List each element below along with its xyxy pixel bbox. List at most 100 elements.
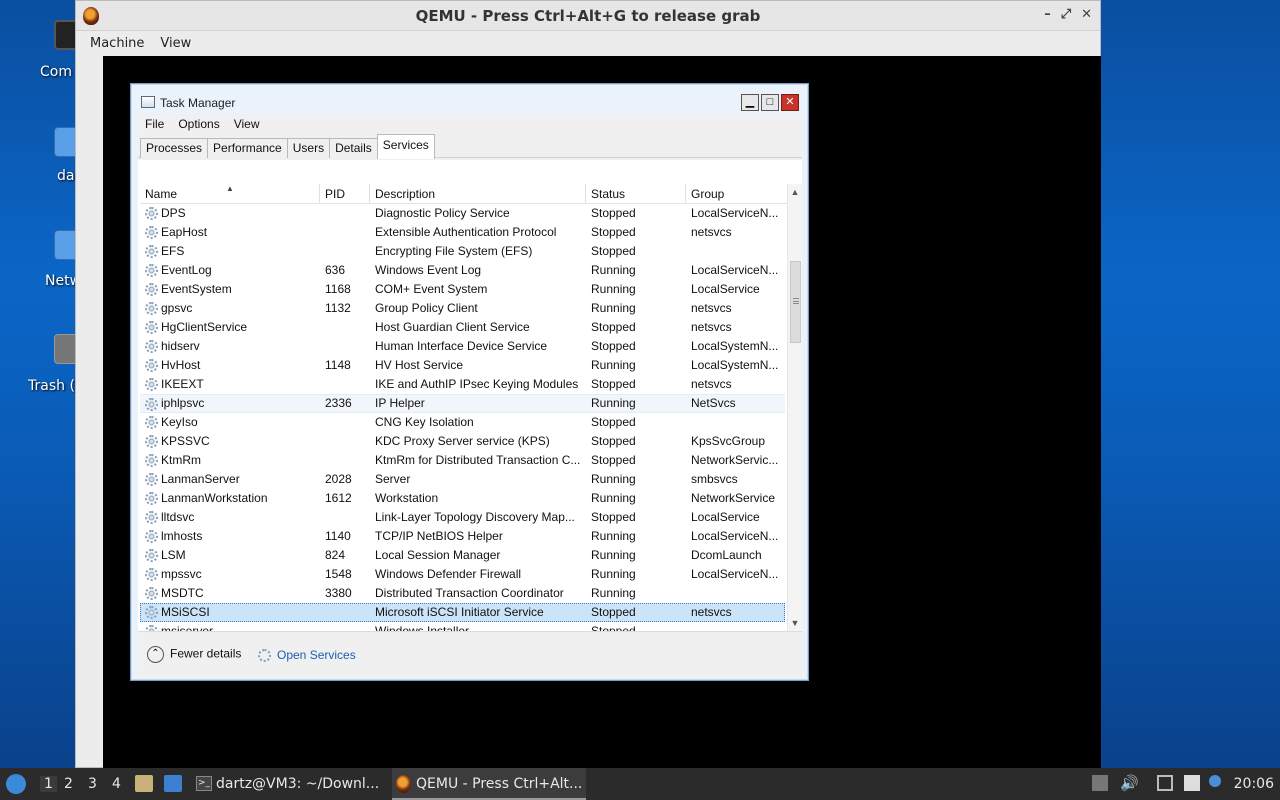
display-icon[interactable] — [1157, 775, 1173, 791]
cell-description: IP Helper — [375, 396, 425, 410]
table-row[interactable]: HvHost 1148 HV Host Service Running LocalSys… — [140, 356, 785, 375]
column-header-group[interactable]: Group — [691, 187, 724, 201]
table-row[interactable]: KPSSVC KDC Proxy Server service (KPS) Stop… — [140, 432, 785, 451]
column-header-pid[interactable]: PID — [325, 187, 345, 201]
minimize-button[interactable]: ▁ — [741, 94, 759, 111]
service-gear-icon — [145, 587, 158, 600]
table-row[interactable]: HgClientService Host Guardian Client Serv… — [140, 318, 785, 337]
volume-icon[interactable]: 🔊 — [1120, 775, 1139, 791]
notification-icon[interactable] — [1209, 775, 1221, 787]
table-row[interactable]: mpssvc 1548 Windows Defender Firewall Runni… — [140, 565, 785, 584]
maximize-button[interactable]: ⤢ — [1061, 7, 1071, 22]
tab-details[interactable]: Details — [329, 138, 378, 158]
cell-description: Local Session Manager — [375, 548, 501, 562]
table-row[interactable]: MSDTC 3380 Distributed Transaction Coordin… — [140, 584, 785, 603]
table-row[interactable]: DPS Diagnostic Policy Service Stopped Local… — [140, 204, 785, 223]
guest-display[interactable]: Task Manager ▁ □ ✕ File Options View Pro… — [103, 56, 1101, 768]
workspace-3[interactable]: 3 — [88, 776, 97, 792]
tab-strip: Processes Performance Users Details Serv… — [138, 134, 802, 159]
table-row[interactable]: msiserver Windows Installer Stopped — [140, 622, 785, 631]
table-row[interactable]: EapHost Extensible Authentication Protoco… — [140, 223, 785, 242]
table-row[interactable]: EFS Encrypting File System (EFS) Stopped — [140, 242, 785, 261]
tab-processes[interactable]: Processes — [140, 138, 209, 158]
cell-pid: 1548 — [325, 567, 352, 581]
table-row[interactable]: EventLog 636 Windows Event Log Running Local… — [140, 261, 785, 280]
cell-description: Windows Defender Firewall — [375, 567, 522, 581]
taskbar-task-qemu[interactable]: QEMU - Press Ctrl+Alt... — [392, 768, 586, 800]
table-row[interactable]: IKEEXT IKE and AuthIP IPsec Keying Module… — [140, 375, 785, 394]
menu-file[interactable]: File — [140, 117, 169, 131]
close-button[interactable]: ✕ — [1081, 7, 1092, 22]
open-services-label: Open Services — [277, 648, 356, 662]
scroll-up-icon[interactable]: ▲ — [788, 184, 802, 200]
cell-status: Stopped — [591, 339, 636, 353]
menu-view[interactable]: View — [229, 117, 265, 131]
scrollbar-thumb[interactable] — [790, 261, 801, 343]
scroll-down-icon[interactable]: ▼ — [788, 615, 802, 631]
table-row[interactable]: LSM 824 Local Session Manager Running DcomLa… — [140, 546, 785, 565]
cell-name: LanmanServer — [161, 472, 240, 486]
cell-description: Windows Event Log — [375, 263, 482, 277]
open-services-link[interactable]: Open Services — [258, 648, 356, 663]
table-row[interactable]: LanmanWorkstation 1612 Workstation Running N… — [140, 489, 785, 508]
vertical-scrollbar[interactable]: ▲ ▼ — [787, 184, 802, 631]
file-manager-icon[interactable] — [135, 775, 153, 792]
workspace-4[interactable]: 4 — [112, 776, 121, 792]
cell-description: Workstation — [375, 491, 439, 505]
cell-status: Stopped — [591, 225, 636, 239]
start-menu-icon[interactable] — [6, 774, 26, 794]
cell-name: msiserver — [161, 624, 214, 631]
tab-users[interactable]: Users — [286, 138, 331, 158]
clock: 20:06 — [1233, 776, 1274, 792]
column-header-name[interactable]: Name — [145, 187, 177, 201]
service-gear-icon — [145, 549, 158, 562]
service-gear-icon — [145, 473, 158, 486]
table-row[interactable]: MSiSCSI Microsoft iSCSI Initiator Service… — [140, 603, 785, 622]
table-row[interactable]: hidserv Human Interface Device Service Sto… — [140, 337, 785, 356]
tab-services[interactable]: Services — [376, 134, 435, 159]
qemu-titlebar[interactable]: QEMU - Press Ctrl+Alt+G to release grab … — [76, 1, 1100, 31]
table-row[interactable]: iphlpsvc 2336 IP Helper Running NetSvcs — [140, 394, 785, 413]
column-header-status[interactable]: Status — [591, 187, 625, 201]
cell-name: KtmRm — [161, 453, 201, 467]
workspace-2[interactable]: 2 — [64, 776, 73, 792]
cell-group: LocalSystemN... — [691, 339, 779, 353]
cell-name: HvHost — [161, 358, 201, 372]
cell-status: Stopped — [591, 510, 636, 524]
table-row[interactable]: KeyIso CNG Key Isolation Stopped — [140, 413, 785, 432]
cell-pid: 2336 — [325, 396, 352, 410]
clipboard-icon[interactable] — [1184, 775, 1200, 791]
workspace-1[interactable]: 1 — [40, 776, 57, 792]
fewer-details-button[interactable]: ⌃ Fewer details — [147, 646, 241, 663]
column-header-description[interactable]: Description — [375, 187, 435, 201]
table-row[interactable]: lltdsvc Link-Layer Topology Discovery Map… — [140, 508, 785, 527]
menu-machine[interactable]: Machine — [84, 34, 150, 53]
show-desktop-icon[interactable] — [164, 775, 182, 792]
cell-group: LocalServiceN... — [691, 529, 779, 543]
table-row[interactable]: lmhosts 1140 TCP/IP NetBIOS Helper Running L… — [140, 527, 785, 546]
cell-status: Stopped — [591, 320, 636, 334]
cell-description: Microsoft iSCSI Initiator Service — [375, 605, 544, 619]
taskbar-task-label: QEMU - Press Ctrl+Alt... — [416, 776, 583, 792]
cell-description: Server — [375, 472, 411, 486]
table-row[interactable]: LanmanServer 2028 Server Running smbsvcs — [140, 470, 785, 489]
maximize-button[interactable]: □ — [761, 94, 779, 111]
service-gear-icon — [145, 492, 158, 505]
task-manager-window: Task Manager ▁ □ ✕ File Options View Pro… — [130, 83, 809, 681]
taskbar-task-terminal[interactable]: >_ dartz@VM3: ~/Downl... — [192, 768, 386, 800]
close-button[interactable]: ✕ — [781, 94, 799, 111]
cell-group: NetSvcs — [691, 396, 736, 410]
menu-options[interactable]: Options — [173, 117, 224, 131]
service-gear-icon — [145, 283, 158, 296]
updates-icon[interactable] — [1092, 775, 1108, 791]
table-row[interactable]: EventSystem 1168 COM+ Event System Running L… — [140, 280, 785, 299]
cell-pid: 1148 — [325, 358, 351, 372]
tab-performance[interactable]: Performance — [207, 138, 288, 158]
cell-status: Running — [591, 586, 636, 600]
table-row[interactable]: gpsvc 1132 Group Policy Client Running netsv… — [140, 299, 785, 318]
menu-view[interactable]: View — [154, 34, 197, 53]
table-row[interactable]: KtmRm KtmRm for Distributed Transaction C… — [140, 451, 785, 470]
cell-name: HgClientService — [161, 320, 248, 334]
qemu-window: QEMU - Press Ctrl+Alt+G to release grab … — [75, 0, 1101, 768]
minimize-button[interactable]: – — [1044, 7, 1051, 22]
